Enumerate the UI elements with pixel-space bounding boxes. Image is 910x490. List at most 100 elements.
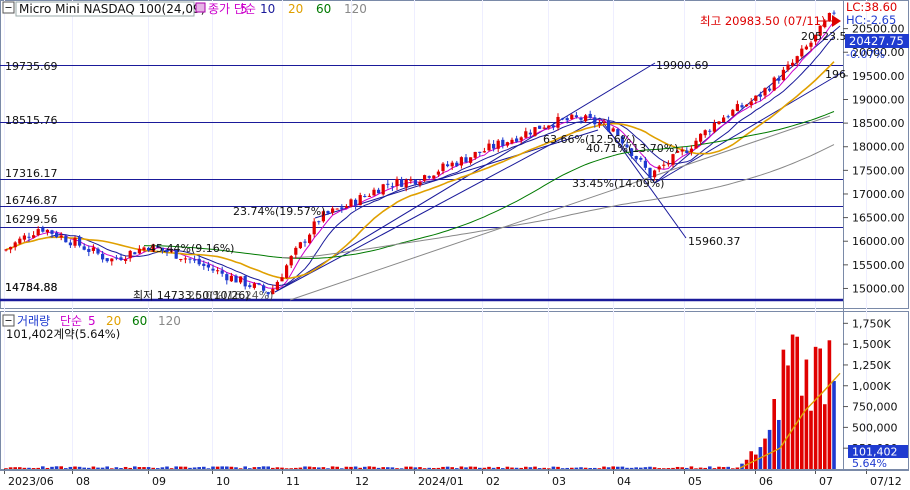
volume-bar bbox=[639, 467, 643, 469]
volume-bar bbox=[381, 467, 385, 469]
candle-body bbox=[473, 151, 477, 158]
candle-body bbox=[193, 259, 197, 261]
candle-body bbox=[335, 208, 339, 210]
candle-body bbox=[800, 48, 804, 57]
candle-body bbox=[827, 12, 831, 21]
volume-bar bbox=[468, 466, 473, 469]
volume-bar bbox=[671, 467, 675, 469]
volume-bar bbox=[583, 467, 588, 469]
candle-body bbox=[726, 116, 730, 118]
candle-body bbox=[446, 164, 450, 167]
volume-bar bbox=[110, 468, 114, 469]
price-tick-label: 18000.00 bbox=[852, 141, 905, 154]
volume-bar bbox=[570, 467, 574, 469]
candle-body bbox=[27, 236, 31, 238]
volume-bar bbox=[261, 466, 266, 469]
volume-bar bbox=[528, 467, 533, 469]
candle-body bbox=[579, 117, 583, 120]
lc-label: LC:38.60 bbox=[846, 0, 897, 14]
volume-bar bbox=[358, 467, 362, 469]
ma-period-label: 10 bbox=[260, 2, 275, 16]
candle-body bbox=[64, 236, 68, 243]
candle-body bbox=[358, 195, 362, 206]
candle-body bbox=[225, 274, 229, 281]
volume-bar bbox=[27, 467, 31, 469]
candle-body bbox=[340, 207, 344, 209]
candle-body bbox=[216, 270, 220, 272]
candle-body bbox=[82, 246, 86, 250]
volume-bar bbox=[804, 359, 809, 469]
volume-bar bbox=[611, 466, 615, 469]
level-label-3: 17316.17 bbox=[5, 167, 58, 180]
volume-bar bbox=[197, 467, 201, 469]
candle-body bbox=[312, 221, 316, 235]
candle-body bbox=[809, 42, 813, 47]
volume-bar bbox=[280, 467, 284, 469]
candle-body bbox=[211, 268, 215, 271]
time-tick-label: 08 bbox=[76, 475, 90, 488]
candle-body bbox=[18, 238, 22, 244]
time-tick-label: 04 bbox=[617, 475, 631, 488]
time-tick-label: 02 bbox=[486, 475, 500, 488]
price-tick-label: 17000.00 bbox=[852, 188, 905, 201]
price-tick-label: 16500.00 bbox=[852, 212, 905, 225]
volume-bar bbox=[767, 429, 772, 469]
volume-bar bbox=[634, 467, 638, 469]
candle-body bbox=[298, 242, 302, 249]
volume-bar bbox=[22, 467, 27, 469]
candle-body bbox=[441, 163, 445, 172]
volume-bar bbox=[436, 467, 441, 469]
volume-bar bbox=[376, 467, 381, 469]
volume-bar bbox=[137, 467, 142, 469]
level-label-1: 19735.69 bbox=[5, 60, 58, 73]
candle-body bbox=[768, 88, 772, 91]
volume-bar bbox=[146, 467, 151, 469]
level-label-4: 16746.87 bbox=[5, 194, 58, 207]
volume-bar bbox=[156, 468, 160, 469]
candle-body bbox=[643, 160, 647, 168]
candle-body bbox=[487, 143, 491, 151]
volume-bar bbox=[823, 404, 827, 469]
candle-body bbox=[538, 125, 542, 129]
volume-bar bbox=[344, 466, 349, 469]
volume-bar bbox=[100, 467, 105, 469]
volume-bar bbox=[303, 466, 307, 469]
volume-bar bbox=[593, 467, 597, 469]
candle-body bbox=[584, 115, 588, 122]
candle-body bbox=[754, 95, 758, 101]
candle-body bbox=[418, 181, 422, 185]
candle-body bbox=[41, 227, 45, 232]
volume-bar bbox=[786, 365, 790, 469]
candle-body bbox=[409, 179, 413, 181]
candle-body bbox=[128, 250, 132, 259]
candle-body bbox=[386, 183, 390, 185]
candle-body bbox=[455, 162, 459, 167]
volume-bar bbox=[123, 466, 128, 469]
fib-label-b: 45.44%(9.16%) bbox=[149, 242, 234, 255]
volume-bar bbox=[68, 466, 73, 469]
level-label-7: 14784.88 bbox=[5, 281, 58, 294]
volume-bar bbox=[289, 468, 293, 469]
candle-body bbox=[220, 270, 224, 274]
volume-bar bbox=[54, 466, 59, 469]
volume-bar bbox=[491, 467, 496, 469]
candle-body bbox=[634, 156, 638, 160]
candle-body bbox=[363, 196, 367, 198]
time-tick-label: 07/12 bbox=[870, 475, 902, 488]
candle-body bbox=[597, 123, 601, 125]
candle-body bbox=[91, 247, 95, 251]
volume-bar bbox=[662, 468, 666, 469]
candle-body bbox=[607, 120, 611, 132]
candle-body bbox=[478, 151, 482, 153]
volume-bar bbox=[234, 467, 238, 469]
ma-period-label: 120 bbox=[344, 2, 367, 16]
volume-bar bbox=[827, 340, 832, 469]
candle-body bbox=[404, 179, 408, 188]
candle-body bbox=[685, 150, 689, 154]
volume-bar bbox=[445, 466, 450, 469]
volume-bar bbox=[652, 467, 657, 469]
hc-label: HC:-2.65 bbox=[846, 13, 896, 27]
volume-bar bbox=[307, 466, 312, 469]
volume-bar bbox=[96, 467, 100, 469]
volume-bar bbox=[482, 467, 487, 469]
